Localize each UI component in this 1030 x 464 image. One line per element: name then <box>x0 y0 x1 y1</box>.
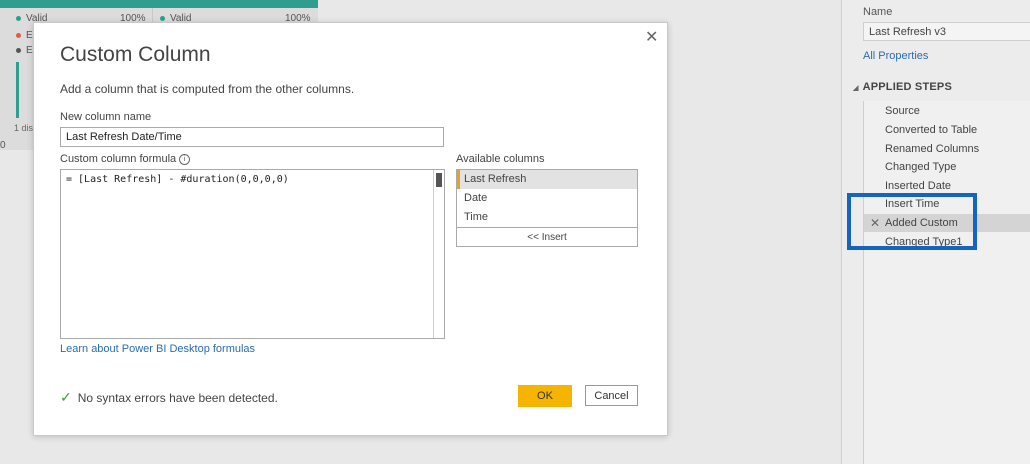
step-changed-type[interactable]: Changed Type <box>864 158 1030 176</box>
learn-formulas-link[interactable]: Learn about Power BI Desktop formulas <box>60 343 255 355</box>
name-label: Name <box>863 6 893 18</box>
custom-column-dialog: Custom Column ✕ Add a column that is com… <box>33 22 668 436</box>
formula-scrollbar[interactable] <box>433 170 446 338</box>
step-source[interactable]: Source <box>864 102 1030 120</box>
dialog-title: Custom Column <box>60 43 211 66</box>
applied-steps-list: Source Converted to Table Renamed Column… <box>863 101 1030 464</box>
check-icon: ✓ <box>60 389 72 405</box>
dialog-description: Add a column that is computed from the o… <box>60 82 355 96</box>
scrollbar-thumb[interactable] <box>436 173 442 187</box>
distribution-bar <box>16 62 19 118</box>
step-converted-to-table[interactable]: Converted to Table <box>864 121 1030 139</box>
all-properties-link[interactable]: All Properties <box>863 50 928 62</box>
valid-dot-icon <box>16 15 21 21</box>
insert-button[interactable]: << Insert <box>457 227 637 246</box>
formula-text[interactable]: = [Last Refresh] - #duration(0,0,0,0) <box>66 174 289 185</box>
ok-button[interactable]: OK <box>518 385 572 407</box>
available-columns-label: Available columns <box>456 153 545 165</box>
empty-dot-icon <box>16 47 21 53</box>
column-quality-bar <box>0 0 318 8</box>
highlight-box <box>847 193 977 250</box>
new-column-name-label: New column name <box>60 111 152 123</box>
valid-dot-icon <box>160 15 165 21</box>
available-column-time[interactable]: Time <box>457 208 637 227</box>
quality-error-row: E <box>16 30 33 41</box>
applied-steps-header[interactable]: ◢ APPLIED STEPS <box>853 81 952 93</box>
step-renamed-columns[interactable]: Renamed Columns <box>864 140 1030 158</box>
available-column-date[interactable]: Date <box>457 189 637 208</box>
quality-empty-row: E <box>16 45 33 56</box>
cancel-button[interactable]: Cancel <box>585 385 638 406</box>
query-name-input[interactable]: Last Refresh v3 <box>863 22 1030 41</box>
syntax-status: ✓ No syntax errors have been detected. <box>60 389 278 405</box>
info-icon[interactable]: i <box>179 153 191 165</box>
formula-editor[interactable]: = [Last Refresh] - #duration(0,0,0,0) <box>60 169 445 339</box>
available-column-last-refresh[interactable]: Last Refresh <box>457 170 637 189</box>
available-columns-list: Last Refresh Date Time << Insert <box>456 169 638 247</box>
error-dot-icon <box>16 32 21 38</box>
formula-label: Custom column formula i <box>60 153 191 165</box>
collapse-triangle-icon[interactable]: ◢ <box>853 85 859 92</box>
close-icon[interactable]: ✕ <box>645 27 658 47</box>
new-column-name-input[interactable]: Last Refresh Date/Time <box>60 127 444 147</box>
